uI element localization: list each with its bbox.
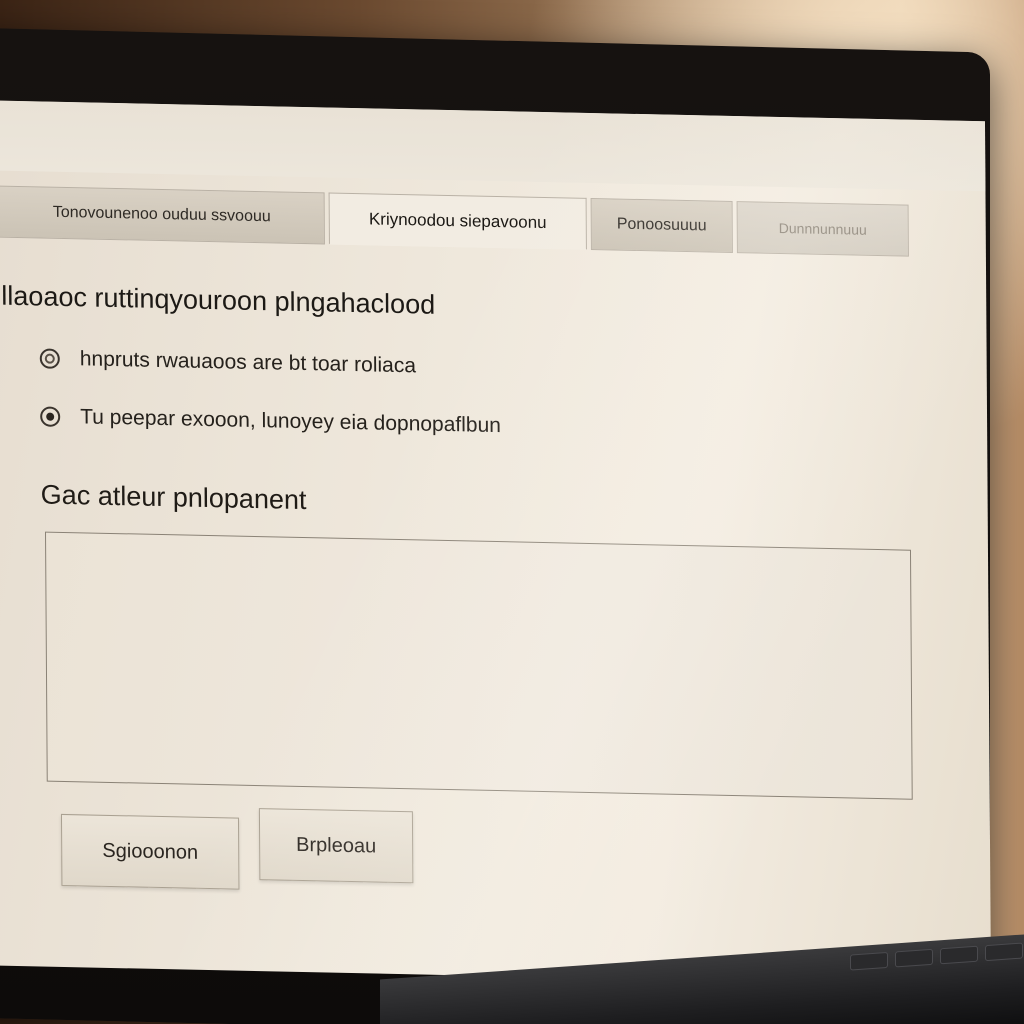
keyboard-key [895, 948, 933, 968]
laptop-screen: Tonovounenoo ouduu ssvoouu Kriynoodou si… [0, 100, 992, 987]
photo-scene: Tonovounenoo ouduu ssvoouu Kriynoodou si… [0, 0, 1024, 1024]
radio-option-label: hnpruts rwauaoos are bt toar roliaca [79, 347, 417, 378]
radio-button[interactable] [39, 348, 60, 369]
radio-button[interactable] [40, 406, 61, 427]
secondary-button[interactable]: Brpleoau [258, 808, 414, 884]
tab-bar: Tonovounenoo ouduu ssvoouu Kriynoodou si… [0, 185, 909, 257]
comment-textarea[interactable] [45, 531, 913, 800]
radio-indicator [44, 353, 55, 364]
form-title: llaoaoc ruttinqyouroon plngahaclood [1, 280, 436, 320]
radio-indicator [46, 412, 55, 421]
submit-button[interactable]: Sgiooonon [60, 813, 240, 890]
keyboard-key [985, 942, 1023, 962]
keyboard-key [940, 945, 978, 965]
text-field-label: Gac atleur pnlopanent [40, 479, 307, 516]
radio-option-label: Tu peepar exooon, lunoyey eia dopnopaflb… [80, 405, 501, 438]
tab-2[interactable]: Kriynoodou siepavoonu [328, 192, 587, 250]
radio-option-2[interactable]: Tu peepar exooon, lunoyey eia dopnopaflb… [40, 404, 501, 438]
tab-1[interactable]: Tonovounenoo ouduu ssvoouu [0, 185, 325, 245]
tab-4[interactable]: Dunnnunnuuu [736, 201, 909, 257]
tab-3[interactable]: Ponoosuuuu [590, 198, 733, 253]
radio-option-1[interactable]: hnpruts rwauaoos are bt toar roliaca [39, 346, 417, 378]
keyboard-key [850, 951, 888, 971]
